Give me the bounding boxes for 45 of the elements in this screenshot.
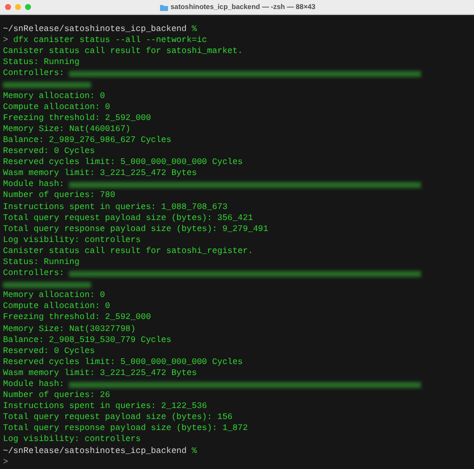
close-button[interactable] xyxy=(5,4,11,10)
output-line: Number of queries: 780 xyxy=(3,190,116,202)
prompt-caret: > xyxy=(3,456,8,468)
output-line: Balance: 2_989_276_986_627 Cycles xyxy=(3,134,172,146)
output-line: Memory allocation: 0 xyxy=(3,90,106,102)
prompt-path: ~/snRelease/satoshinotes_icp_backend xyxy=(3,24,187,36)
output-line: Reserved cycles limit: 5_000_000_000_000 Cycles xyxy=(3,157,243,168)
output-line: Log visibility: controllers xyxy=(3,434,141,446)
output-line: Memory Size: Nat(30327798) xyxy=(3,324,136,335)
output-line: Memory Size: Nat(4600167) xyxy=(3,124,131,135)
folder-icon xyxy=(160,4,168,10)
zoom-button[interactable] xyxy=(25,4,31,10)
output-line: Compute allocation: 0 xyxy=(3,102,110,113)
output-line: Instructions spent in queries: 2_122_536 xyxy=(3,401,208,412)
prompt-symbol: % xyxy=(192,24,197,36)
output-line: Controllers: xyxy=(3,268,64,280)
output-line: Number of queries: 26 xyxy=(3,390,110,402)
prompt-path: ~/snRelease/satoshinotes_icp_backend xyxy=(3,446,187,457)
output-line: Log visibility: controllers xyxy=(3,234,141,246)
output-line: Wasm memory limit: 3_221_225_472 Bytes xyxy=(3,168,197,180)
output-line: Canister status call result for satoshi_market. xyxy=(3,46,243,58)
output-line: Reserved cycles limit: 5_000_000_000_000 Cycles xyxy=(3,356,243,368)
output-line: Freezing threshold: 2_592_000 xyxy=(3,312,151,324)
output-line: Total query request payload size (bytes): 156 xyxy=(3,412,233,424)
output-line: Total query response payload size (bytes): 9_279_491 xyxy=(3,224,268,235)
output-line: Freezing threshold: 2_592_000 xyxy=(3,112,151,124)
command-text: dfx canister status --all --network=ic xyxy=(13,35,208,46)
output-line: Canister status call result for satoshi_register. xyxy=(3,246,253,257)
output-line: Wasm memory limit: 3_221_225_472 Bytes xyxy=(3,368,197,379)
output-line: Module hash: xyxy=(3,179,64,190)
prompt-caret: > xyxy=(3,35,8,46)
output-line: Status: Running xyxy=(3,256,80,268)
output-line: Reserved: 0 Cycles xyxy=(3,146,95,158)
output-line: Status: Running xyxy=(3,57,80,68)
output-line: Total query request payload size (bytes): 356_421 xyxy=(3,212,253,224)
output-line: Memory allocation: 0 xyxy=(3,290,106,302)
output-line: Balance: 2_908_519_530_779 Cycles xyxy=(3,334,172,346)
output-line: Compute allocation: 0 xyxy=(3,301,110,312)
output-line: Total query response payload size (bytes): 1_872 xyxy=(3,423,248,434)
output-line: Reserved: 0 Cycles xyxy=(3,346,95,357)
minimize-button[interactable] xyxy=(15,4,21,10)
prompt-symbol: % xyxy=(192,446,197,457)
output-line: Module hash: xyxy=(3,379,64,390)
output-line: Controllers: xyxy=(3,68,64,80)
output-line: Instructions spent in queries: 1_088_708_673 xyxy=(3,202,228,213)
